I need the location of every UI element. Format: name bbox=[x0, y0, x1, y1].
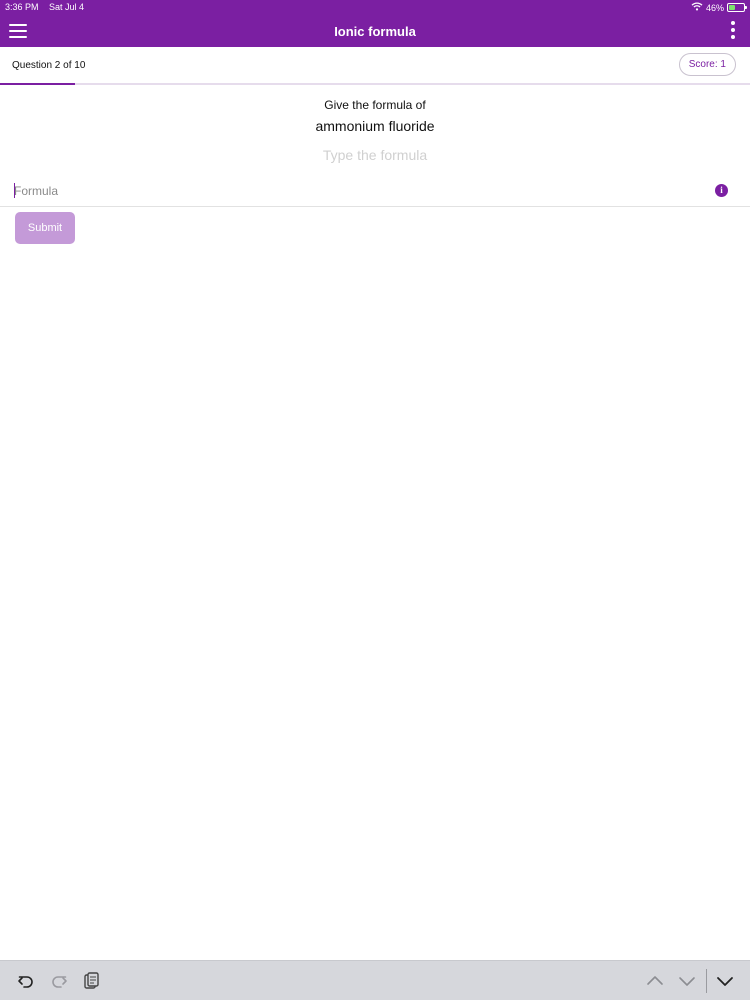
submit-button[interactable]: Submit bbox=[15, 212, 75, 244]
paste-icon[interactable] bbox=[80, 970, 102, 992]
battery-percent: 46% bbox=[705, 2, 724, 13]
formula-hint: Type the formula bbox=[322, 147, 428, 163]
redo-icon[interactable] bbox=[48, 970, 70, 992]
battery-icon bbox=[727, 3, 747, 12]
score-button[interactable]: Score: 1 bbox=[678, 53, 736, 76]
question-progress-bar bbox=[0, 83, 75, 85]
more-vertical-icon[interactable] bbox=[730, 21, 736, 41]
battery-fill bbox=[729, 5, 736, 10]
info-icon[interactable]: i bbox=[715, 184, 728, 197]
status-bar: 3:36 PM Sat Jul 4 46% bbox=[0, 0, 750, 15]
app-title: Ionic formula bbox=[334, 24, 416, 39]
question-progress-text: Question 2 of 10 bbox=[12, 60, 86, 71]
prompt-label: Give the formula of bbox=[324, 98, 426, 112]
app-bar: Ionic formula bbox=[0, 15, 750, 47]
formula-input[interactable] bbox=[14, 182, 694, 200]
dismiss-keyboard-icon[interactable] bbox=[714, 970, 736, 992]
status-date: Sat Jul 4 bbox=[49, 2, 85, 12]
text-cursor bbox=[14, 183, 15, 198]
undo-icon[interactable] bbox=[15, 970, 37, 992]
status-left: 3:36 PM Sat Jul 4 bbox=[5, 2, 84, 12]
chevron-down-icon[interactable] bbox=[676, 970, 698, 992]
status-right: 46% bbox=[691, 2, 747, 13]
chevron-up-icon[interactable] bbox=[644, 970, 666, 992]
formula-field: i bbox=[0, 176, 750, 207]
keyboard-shortcut-bar bbox=[0, 960, 750, 1000]
status-time: 3:36 PM bbox=[5, 2, 39, 12]
keyboard-bar-divider bbox=[706, 969, 707, 993]
question-header: Question 2 of 10 Score: 1 bbox=[0, 47, 750, 85]
wifi-icon bbox=[691, 2, 703, 13]
compound-name: ammonium fluoride bbox=[315, 118, 435, 134]
